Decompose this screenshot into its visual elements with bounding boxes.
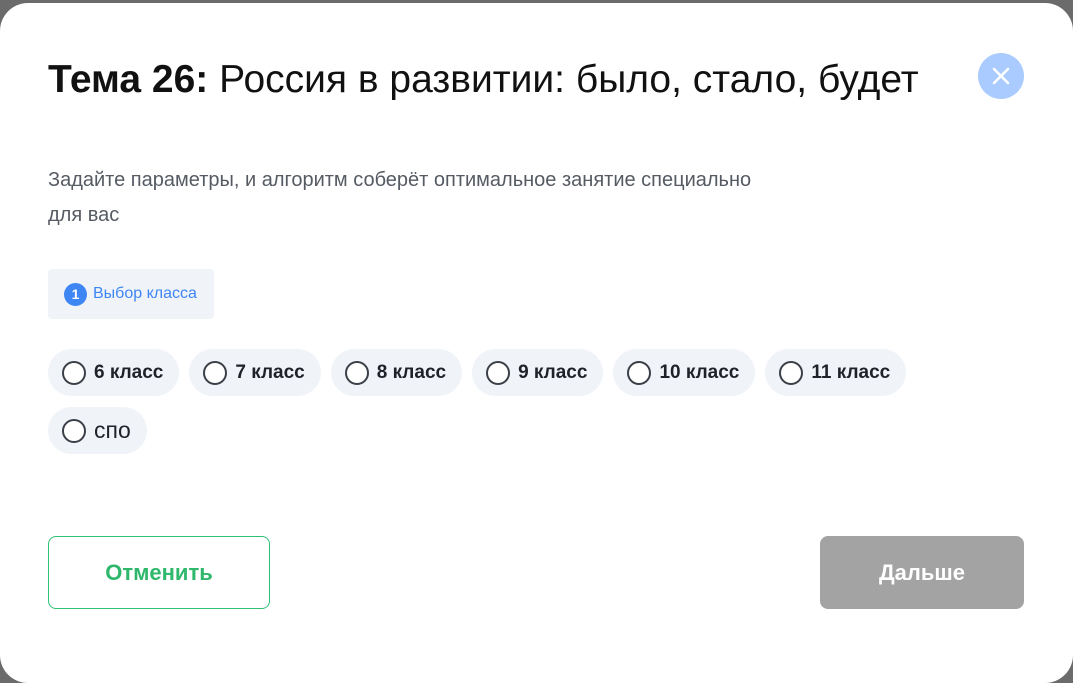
- grade-option-label: 11 класс: [811, 361, 891, 383]
- radio-button[interactable]: [486, 360, 511, 385]
- radio-button[interactable]: [344, 360, 369, 385]
- grade-option-label: 10 класс: [659, 361, 740, 383]
- grade-option-9[interactable]: 9 класс: [472, 349, 604, 396]
- title-prefix: Тема 26:: [48, 58, 209, 101]
- step-label: Выбор класса: [93, 285, 197, 302]
- radio-button[interactable]: [779, 360, 804, 385]
- grade-options: 6 класс 7 класс 8 класс 9 класс 10 класс…: [48, 349, 968, 454]
- next-button[interactable]: Дальше: [820, 536, 1024, 609]
- grade-option-6[interactable]: 6 класс: [48, 349, 180, 396]
- grade-option-7[interactable]: 7 класс: [189, 349, 321, 396]
- title-text: Россия в развитии: было, стало, будет: [219, 58, 919, 101]
- grade-option-label: спо: [94, 417, 131, 443]
- radio-button[interactable]: [62, 360, 86, 385]
- radio-button[interactable]: [203, 360, 228, 385]
- grade-option-spo[interactable]: спо: [48, 407, 147, 454]
- radio-button[interactable]: [62, 418, 86, 443]
- dialog-title: Тема 26: Россия в развитии: было, стало,…: [48, 55, 928, 105]
- grade-option-label: 6 класс: [94, 361, 164, 383]
- grade-option-label: 9 класс: [518, 361, 588, 383]
- close-button[interactable]: [978, 53, 1024, 99]
- cancel-button[interactable]: Отменить: [48, 536, 270, 609]
- step-number: 1: [64, 282, 87, 306]
- theme-settings-dialog: Тема 26: Россия в развитии: было, стало,…: [0, 3, 1073, 683]
- dialog-subtitle: Задайте параметры, и алгоритм соберёт оп…: [48, 169, 752, 226]
- grade-option-11[interactable]: 11 класс: [765, 349, 907, 396]
- grade-option-8[interactable]: 8 класс: [330, 349, 463, 396]
- close-icon: [992, 67, 1010, 85]
- grade-option-label: 7 класс: [235, 361, 305, 383]
- radio-button[interactable]: [627, 360, 652, 385]
- step-badge: 1 Выбор класса: [48, 269, 214, 319]
- grade-option-10[interactable]: 10 класс: [613, 349, 756, 396]
- grade-option-label: 8 класс: [376, 361, 447, 383]
